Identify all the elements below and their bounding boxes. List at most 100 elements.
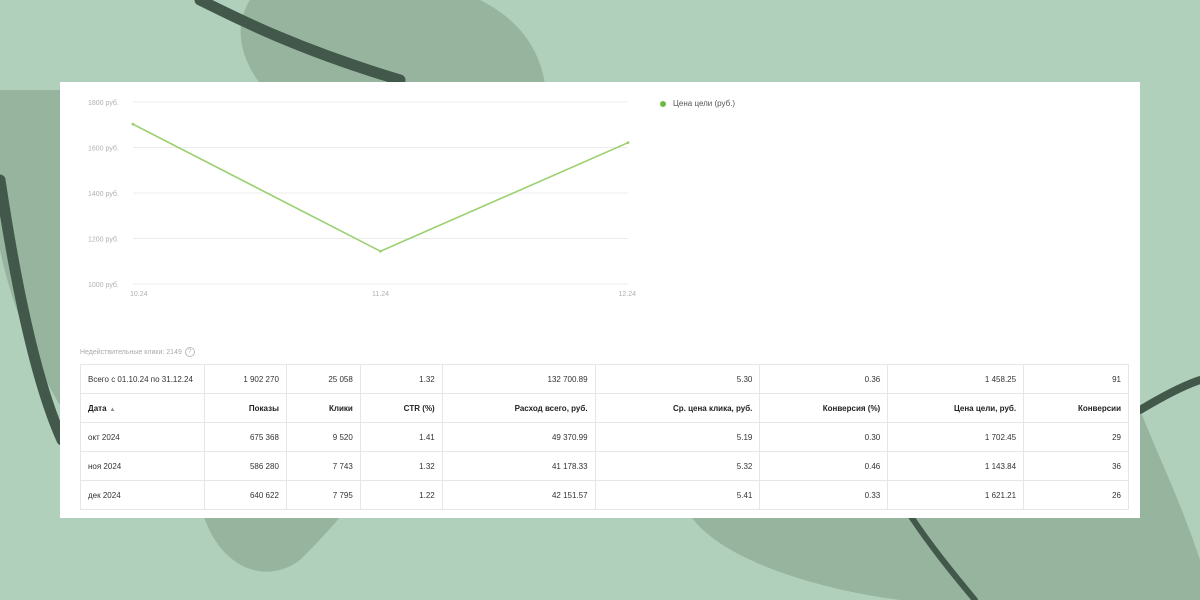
cell-value: 42 151.57 [551,490,588,500]
y-tick-label: 1000 руб. [88,281,119,289]
column-header[interactable]: Дата ▲ [80,393,205,423]
cell-value: 5.41 [736,490,753,500]
sort-ascending-icon[interactable]: ▲ [110,407,116,413]
cell-value: 1.32 [419,461,435,471]
cell-value: 7 795 [332,490,353,500]
y-tick-label: 1400 руб. [88,190,119,198]
cell-value: 640 622 [249,490,279,500]
x-tick-label: 10.24 [130,291,148,298]
table-cell: 29 [1023,422,1129,452]
cell-value: 5.30 [736,374,753,384]
data-point [626,141,630,145]
cell-value: 675 368 [249,432,279,442]
column-header-label: Конверсия (%) [822,403,881,413]
table-row: ноя 2024 586 280 7 743 1.32 41 178.33 5.32 0.4… [80,451,1129,481]
table-cell: окт 2024 [80,422,205,452]
column-header-label: Дата [88,403,107,413]
table-row: окт 2024 675 368 9 520 1.41 49 370.99 5.19 0.3… [80,422,1129,452]
cell-value: 25 058 [328,374,353,384]
column-header-label: Клики [329,403,353,413]
table-cell: 1.32 [359,364,443,394]
column-header[interactable]: Цена цели, руб. [887,393,1025,423]
stats-table: Всего с 01.10.24 по 31.12.24 1 902 270 25 … [80,364,1129,510]
invalid-clicks-label: Недействительные клики: 2149 [80,348,182,356]
table-cell: 640 622 [203,480,287,510]
table-cell: 1.32 [359,451,443,481]
goal-price-line-chart: 1800 руб. 1600 руб. 1400 руб. 1200 руб. 1000… [88,99,636,298]
table-cell: 1 902 270 [203,364,287,394]
table-row: дек 2024 640 622 7 795 1.22 42 151.57 5.41 0.3… [80,480,1129,510]
column-header[interactable]: Расход всего, руб. [441,393,596,423]
cell-value: ноя 2024 [88,461,122,471]
cell-value: 1.32 [419,374,435,384]
table-cell: ноя 2024 [80,451,205,481]
series-line [132,123,629,253]
stem-right [1136,376,1200,414]
cell-value: 7 743 [332,461,353,471]
table-cell: 49 370.99 [441,422,596,452]
table-cell: 9 520 [285,422,361,452]
data-point [131,122,135,126]
cell-value: окт 2024 [88,432,120,442]
table-cell: 5.30 [594,364,761,394]
table-cell: 586 280 [203,451,287,481]
table-cell: 1.41 [359,422,443,452]
table-cell: 7 795 [285,480,361,510]
column-header[interactable]: Конверсии [1023,393,1129,423]
y-tick-label: 1200 руб. [88,236,119,244]
column-header-label: Расход всего, руб. [514,403,588,413]
cell-value: 0.33 [864,490,881,500]
table-cell: 1 702.45 [887,422,1025,452]
report-card: 1800 руб. 1600 руб. 1400 руб. 1200 руб. 1000… [60,82,1140,518]
column-header-label: CTR (%) [403,403,435,413]
invalid-clicks-info: Недействительные клики: 2149 ? [80,347,195,357]
cell-value: 586 280 [249,461,279,471]
chart-legend[interactable]: Цена цели (руб.) [660,99,735,108]
table-cell: 7 743 [285,451,361,481]
column-header-label: Конверсии [1077,403,1121,413]
cell-value: 29 [1112,432,1121,442]
cell-value: 1.22 [419,490,435,500]
table-cell: 41 178.33 [441,451,596,481]
column-header[interactable]: CTR (%) [359,393,443,423]
table-cell: Всего с 01.10.24 по 31.12.24 [80,364,205,394]
table-cell: 1 621.21 [887,480,1025,510]
cell-value: 49 370.99 [551,432,588,442]
cell-value: 5.19 [736,432,753,442]
table-cell: 0.30 [759,422,889,452]
cell-value: дек 2024 [88,490,121,500]
question-circle-icon[interactable]: ? [184,347,195,357]
table-cell: 0.46 [759,451,889,481]
column-header[interactable]: Конверсия (%) [759,393,889,423]
table-cell: 1 143.84 [887,451,1025,481]
column-header-label: Цена цели, руб. [953,403,1017,413]
table-cell: 1.22 [359,480,443,510]
column-header[interactable]: Ср. цена клика, руб. [594,393,761,423]
data-point [379,249,382,253]
table-cell: 42 151.57 [441,480,596,510]
legend-label: Цена цели (руб.) [673,99,736,108]
cell-value: 0.30 [864,432,881,442]
column-header[interactable]: Показы [203,393,287,423]
table-cell: 91 [1023,364,1129,394]
cell-value: 41 178.33 [551,461,588,471]
totals-row: Всего с 01.10.24 по 31.12.24 1 902 270 25 … [80,364,1129,394]
cell-value: 1 702.45 [984,432,1017,442]
table-cell: 0.33 [759,480,889,510]
table-cell: 36 [1023,451,1129,481]
cell-value: 1.41 [419,432,435,442]
cell-value: 5.32 [736,461,753,471]
header-row: Дата ▲ Показы Клики CTR (%) Расход всего, руб… [80,393,1129,423]
cell-value: 1 143.84 [984,461,1017,471]
y-tick-label: 1800 руб. [88,99,119,107]
cell-value: 9 520 [332,432,353,442]
column-header-label: Показы [248,403,279,413]
table-cell: 5.32 [594,451,761,481]
column-header[interactable]: Клики [285,393,361,423]
column-header-label: Ср. цена клика, руб. [672,403,753,413]
cell-value: 36 [1112,461,1121,471]
table-cell: 5.41 [594,480,761,510]
table-cell: 25 058 [285,364,361,394]
table-cell: 675 368 [203,422,287,452]
cell-value: 0.46 [864,461,881,471]
